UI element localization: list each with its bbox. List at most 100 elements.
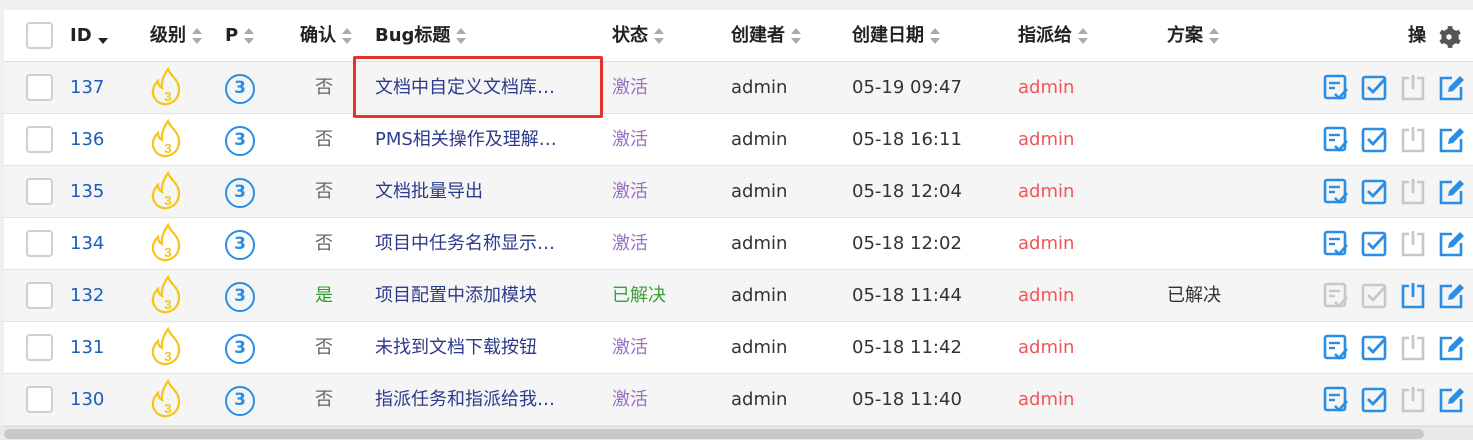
bug-title-link[interactable]: PMS相关操作及理解…	[375, 114, 585, 166]
gear-icon[interactable]	[1436, 24, 1462, 50]
scrollbar-thumb[interactable]	[4, 429, 1424, 439]
col-title-header[interactable]: Bug标题	[375, 10, 467, 62]
bug-id-link[interactable]: 132	[70, 270, 104, 322]
row-checkbox[interactable]	[26, 386, 53, 413]
close-bug-icon[interactable]	[1400, 282, 1426, 310]
table-row[interactable]: 134 3 3 否 项目中任务名称显示… 激活 admin 05-18 12:0…	[4, 218, 1473, 270]
row-checkbox[interactable]	[26, 74, 53, 101]
col-priority-header[interactable]: P	[225, 10, 255, 62]
sort-desc-icon[interactable]	[97, 28, 108, 44]
row-checkbox[interactable]	[26, 126, 53, 153]
assigned-to-link[interactable]: admin	[1018, 374, 1074, 426]
horizontal-scrollbar[interactable]	[0, 426, 1473, 440]
sort-icon[interactable]	[244, 28, 255, 44]
resolve-check-icon[interactable]	[1361, 178, 1387, 206]
table-row[interactable]: 135 3 3 否 文档批量导出 激活 admin 05-18 12:04 ad…	[4, 166, 1473, 218]
close-bug-icon[interactable]	[1400, 126, 1426, 154]
sort-icon[interactable]	[342, 28, 352, 44]
sort-icon[interactable]	[930, 28, 940, 44]
resolve-check-icon[interactable]	[1361, 126, 1387, 154]
bug-title-link[interactable]: 文档批量导出	[375, 166, 585, 218]
col-confirmed-header[interactable]: 确认	[300, 10, 352, 62]
sort-icon[interactable]	[791, 28, 801, 44]
confirm-icon[interactable]	[1323, 230, 1349, 258]
col-assigned-header[interactable]: 指派给	[1018, 10, 1088, 62]
bug-id-link[interactable]: 135	[70, 166, 104, 218]
resolve-check-icon[interactable]	[1361, 334, 1387, 362]
priority-badge: 3	[225, 126, 255, 156]
bug-title-link[interactable]: 指派任务和指派给我…	[375, 374, 585, 426]
col-severity-header[interactable]: 级别	[150, 10, 202, 62]
assigned-to-link[interactable]: admin	[1018, 270, 1074, 322]
close-bug-icon[interactable]	[1400, 386, 1426, 414]
col-id-header[interactable]: ID	[70, 10, 108, 62]
assigned-to-link[interactable]: admin	[1018, 166, 1074, 218]
sort-icon[interactable]	[456, 28, 467, 44]
confirm-icon[interactable]	[1323, 178, 1349, 206]
table-row[interactable]: 137 3 3 否 文档中自定义文档库… 激活 admin 05-19 09:4…	[4, 62, 1473, 114]
close-bug-icon[interactable]	[1400, 178, 1426, 206]
assigned-to-link[interactable]: admin	[1018, 114, 1074, 166]
bug-title-link[interactable]: 项目配置中添加模块	[375, 270, 585, 322]
row-checkbox[interactable]	[26, 334, 53, 361]
bug-id-link[interactable]: 137	[70, 62, 104, 114]
assigned-to-link[interactable]: admin	[1018, 62, 1074, 114]
flame-icon: 3	[151, 222, 181, 262]
edit-icon[interactable]	[1438, 178, 1464, 206]
edit-icon[interactable]	[1438, 334, 1464, 362]
confirm-icon[interactable]	[1323, 74, 1349, 102]
col-creator-header[interactable]: 创建者	[731, 10, 801, 62]
confirm-icon[interactable]	[1323, 282, 1349, 310]
confirm-icon[interactable]	[1323, 126, 1349, 154]
assigned-to-link[interactable]: admin	[1018, 322, 1074, 374]
creator-value: admin	[731, 337, 788, 358]
edit-icon[interactable]	[1438, 282, 1464, 310]
sort-icon[interactable]	[192, 28, 202, 44]
sort-icon[interactable]	[1078, 28, 1088, 44]
table-row[interactable]: 131 3 3 否 未找到文档下载按钮 激活 admin 05-18 11:42…	[4, 322, 1473, 374]
bug-id-link[interactable]: 130	[70, 374, 104, 426]
confirmed-value: 是	[315, 285, 333, 306]
col-status-header[interactable]: 状态	[612, 10, 664, 62]
edit-icon[interactable]	[1438, 74, 1464, 102]
confirm-icon[interactable]	[1323, 386, 1349, 414]
sort-icon[interactable]	[1209, 28, 1219, 44]
row-checkbox[interactable]	[26, 230, 53, 257]
bug-table: ID 级别 P 确认 Bug标题 状态 创建者 创建日期 指派给 方案 操 13…	[4, 10, 1473, 430]
bug-id-link[interactable]: 131	[70, 322, 104, 374]
table-row[interactable]: 130 3 3 否 指派任务和指派给我… 激活 admin 05-18 11:4…	[4, 374, 1473, 426]
confirm-icon[interactable]	[1323, 334, 1349, 362]
resolve-check-icon[interactable]	[1361, 282, 1387, 310]
bug-id-link[interactable]: 134	[70, 218, 104, 270]
table-row[interactable]: 136 3 3 否 PMS相关操作及理解… 激活 admin 05-18 16:…	[4, 114, 1473, 166]
bug-title-link[interactable]: 未找到文档下载按钮	[375, 322, 585, 374]
status-value: 激活	[612, 233, 648, 254]
close-bug-icon[interactable]	[1400, 334, 1426, 362]
table-row[interactable]: 132 3 3 是 项目配置中添加模块 已解决 admin 05-18 11:4…	[4, 270, 1473, 322]
bug-id-link[interactable]: 136	[70, 114, 104, 166]
row-checkbox[interactable]	[26, 282, 53, 309]
severity-value: 3	[164, 141, 171, 156]
close-bug-icon[interactable]	[1400, 74, 1426, 102]
select-all-checkbox[interactable]	[26, 22, 53, 49]
resolve-check-icon[interactable]	[1361, 386, 1387, 414]
flame-icon: 3	[151, 274, 181, 314]
col-resolution-header[interactable]: 方案	[1167, 10, 1219, 62]
edit-icon[interactable]	[1438, 126, 1464, 154]
edit-icon[interactable]	[1438, 230, 1464, 258]
sort-icon[interactable]	[654, 28, 664, 44]
bug-title-link[interactable]: 项目中任务名称显示…	[375, 218, 585, 270]
row-checkbox[interactable]	[26, 178, 53, 205]
severity-value: 3	[164, 401, 171, 416]
assigned-to-link[interactable]: admin	[1018, 218, 1074, 270]
col-date-header[interactable]: 创建日期	[852, 10, 940, 62]
resolve-check-icon[interactable]	[1361, 230, 1387, 258]
close-bug-icon[interactable]	[1400, 230, 1426, 258]
col-creator-label: 创建者	[731, 25, 785, 46]
severity-value: 3	[164, 193, 171, 208]
edit-icon[interactable]	[1438, 386, 1464, 414]
flame-icon: 3	[151, 118, 181, 158]
resolve-check-icon[interactable]	[1361, 74, 1387, 102]
severity-value: 3	[164, 297, 171, 312]
status-value: 激活	[612, 129, 648, 150]
